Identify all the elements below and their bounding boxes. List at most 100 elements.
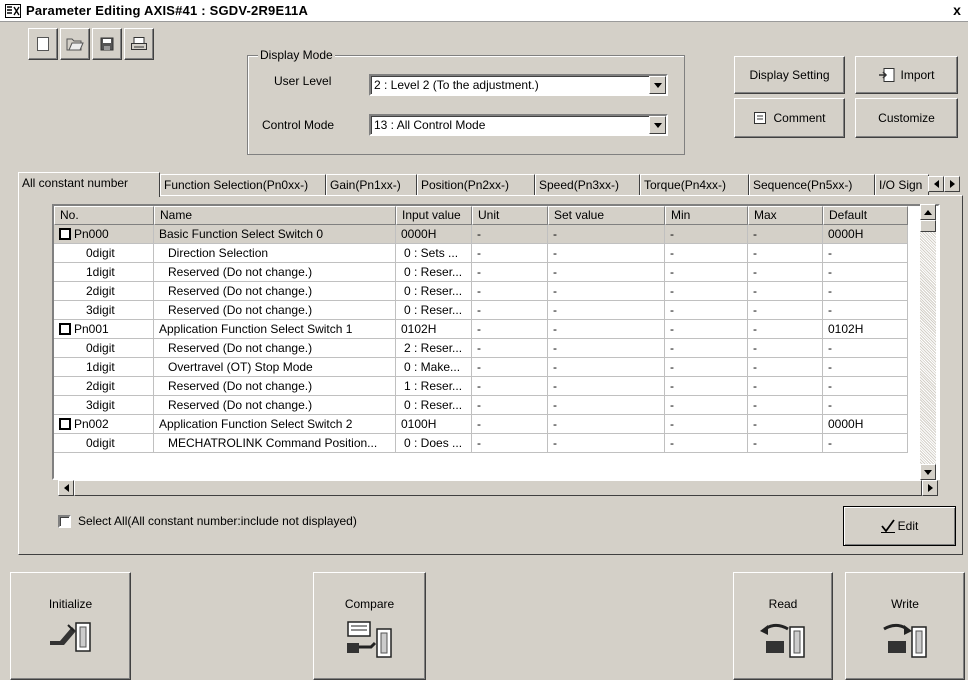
comment-label: Comment	[773, 111, 826, 125]
cell-unit: -	[472, 415, 548, 434]
scroll-thumb[interactable]	[920, 220, 936, 232]
table-row[interactable]: 3digit Reserved (Do not change.) 0 : Reser…	[54, 396, 908, 415]
scroll-track[interactable]	[920, 232, 936, 464]
cell-unit: -	[472, 396, 548, 415]
table-row[interactable]: 2digit Reserved (Do not change.) 1 : Reser…	[54, 377, 908, 396]
cell-no: 0digit	[54, 339, 154, 358]
tab-sequence[interactable]: Sequence(Pn5xx-)	[749, 174, 875, 196]
chevron-down-icon[interactable]	[649, 76, 666, 94]
cell-input[interactable]: 2 : Reser...	[396, 339, 472, 358]
open-button[interactable]	[60, 28, 90, 60]
customize-button[interactable]: Customize	[855, 98, 958, 138]
display-mode-group	[247, 55, 685, 155]
cell-input[interactable]: 0 : Reser...	[396, 263, 472, 282]
edit-button[interactable]: Edit	[843, 506, 956, 546]
col-header-name[interactable]: Name	[154, 206, 396, 225]
expand-checkbox[interactable]	[59, 323, 71, 335]
cell-no: 0digit	[54, 244, 154, 263]
cell-input[interactable]: 0 : Reser...	[396, 301, 472, 320]
table-row[interactable]: 1digit Overtravel (OT) Stop Mode 0 : Make.…	[54, 358, 908, 377]
cell-input[interactable]: 0 : Does ...	[396, 434, 472, 453]
cell-set: -	[548, 358, 665, 377]
cell-min: -	[665, 434, 748, 453]
col-header-input-value[interactable]: Input value	[396, 206, 472, 225]
select-all-label[interactable]: Select All(All constant number:include n…	[78, 514, 357, 528]
user-level-select[interactable]: 2 : Level 2 (To the adjustment.)	[369, 74, 668, 96]
col-header-unit[interactable]: Unit	[472, 206, 548, 225]
col-header-set-value[interactable]: Set value	[548, 206, 665, 225]
read-button[interactable]: Read	[733, 572, 833, 680]
cell-min: -	[665, 301, 748, 320]
cell-min: -	[665, 377, 748, 396]
table-row[interactable]: Pn002 Application Function Select Switch …	[54, 415, 908, 434]
cell-input[interactable]: 0 : Make...	[396, 358, 472, 377]
tab-scroll-left-button[interactable]	[928, 176, 944, 192]
tab-speed[interactable]: Speed(Pn3xx-)	[535, 174, 640, 196]
cell-no: 0digit	[54, 434, 154, 453]
cell-input[interactable]: 0 : Sets ...	[396, 244, 472, 263]
tab-all-constant-number[interactable]: All constant number	[18, 172, 160, 197]
write-button[interactable]: Write	[845, 572, 965, 680]
table-row[interactable]: Pn000 Basic Function Select Switch 0 0000H…	[54, 225, 908, 244]
chevron-down-icon[interactable]	[649, 116, 666, 134]
compare-button[interactable]: Compare	[313, 572, 426, 680]
table-row[interactable]: 1digit Reserved (Do not change.) 0 : Reser…	[54, 263, 908, 282]
tab-position[interactable]: Position(Pn2xx-)	[417, 174, 535, 196]
col-header-min[interactable]: Min	[665, 206, 748, 225]
tab-function-selection[interactable]: Function Selection(Pn0xx-)	[160, 174, 326, 196]
table-header: No. Name Input value Unit Set value Min …	[54, 206, 908, 225]
initialize-label: Initialize	[48, 597, 93, 611]
cell-min: -	[665, 263, 748, 282]
tab-gain[interactable]: Gain(Pn1xx-)	[326, 174, 417, 196]
col-header-default[interactable]: Default	[823, 206, 908, 225]
scroll-up-button[interactable]	[920, 204, 936, 220]
import-button[interactable]: Import	[855, 56, 958, 94]
display-setting-button[interactable]: Display Setting	[734, 56, 845, 94]
scroll-left-button[interactable]	[58, 480, 74, 496]
comment-button[interactable]: Comment	[734, 98, 845, 138]
tab-io-signal[interactable]: I/O Sign	[875, 174, 929, 196]
cell-name: Reserved (Do not change.)	[154, 339, 396, 358]
new-button[interactable]	[28, 28, 58, 60]
vertical-scrollbar[interactable]	[920, 204, 936, 480]
table-row[interactable]: 0digit Direction Selection 0 : Sets ... - - -…	[54, 244, 908, 263]
table-row[interactable]: 2digit Reserved (Do not change.) 0 : Reser…	[54, 282, 908, 301]
cell-min: -	[665, 225, 748, 244]
scroll-down-button[interactable]	[920, 464, 936, 480]
cell-default: -	[823, 339, 908, 358]
horizontal-scroll-thumb[interactable]	[74, 480, 922, 496]
cell-input[interactable]: 0102H	[396, 320, 472, 339]
expand-checkbox[interactable]	[59, 228, 71, 240]
select-all-checkbox[interactable]	[58, 515, 71, 528]
horizontal-scrollbar[interactable]	[58, 480, 938, 496]
write-icon	[880, 619, 930, 662]
tab-torque[interactable]: Torque(Pn4xx-)	[640, 174, 749, 196]
tab-scroll-right-button[interactable]	[944, 176, 960, 192]
comment-icon	[754, 112, 767, 124]
cell-input[interactable]: 1 : Reser...	[396, 377, 472, 396]
expand-checkbox[interactable]	[59, 418, 71, 430]
scroll-right-button[interactable]	[922, 480, 938, 496]
tab-label: Function Selection(Pn0xx-)	[164, 178, 309, 192]
table-row[interactable]: 0digit Reserved (Do not change.) 2 : Reser…	[54, 339, 908, 358]
save-button[interactable]	[92, 28, 122, 60]
table-row[interactable]: 0digit MECHATROLINK Command Position... 0 …	[54, 434, 908, 453]
initialize-button[interactable]: Initialize	[10, 572, 131, 680]
parameter-table[interactable]: No. Name Input value Unit Set value Min …	[52, 204, 940, 480]
cell-max: -	[748, 263, 823, 282]
table-row[interactable]: Pn001 Application Function Select Switch …	[54, 320, 908, 339]
cell-input[interactable]: 0000H	[396, 225, 472, 244]
control-mode-value: 13 : All Control Mode	[374, 118, 486, 132]
control-mode-label: Control Mode	[262, 118, 335, 132]
cell-input[interactable]: 0 : Reser...	[396, 282, 472, 301]
col-header-no[interactable]: No.	[54, 206, 154, 225]
cell-min: -	[665, 339, 748, 358]
table-row[interactable]: 3digit Reserved (Do not change.) 0 : Reser…	[54, 301, 908, 320]
close-button[interactable]: x	[950, 2, 964, 18]
col-header-max[interactable]: Max	[748, 206, 823, 225]
control-mode-select[interactable]: 13 : All Control Mode	[369, 114, 668, 136]
cell-input[interactable]: 0 : Reser...	[396, 396, 472, 415]
cell-input[interactable]: 0100H	[396, 415, 472, 434]
cell-default: -	[823, 396, 908, 415]
print-button[interactable]	[124, 28, 154, 60]
